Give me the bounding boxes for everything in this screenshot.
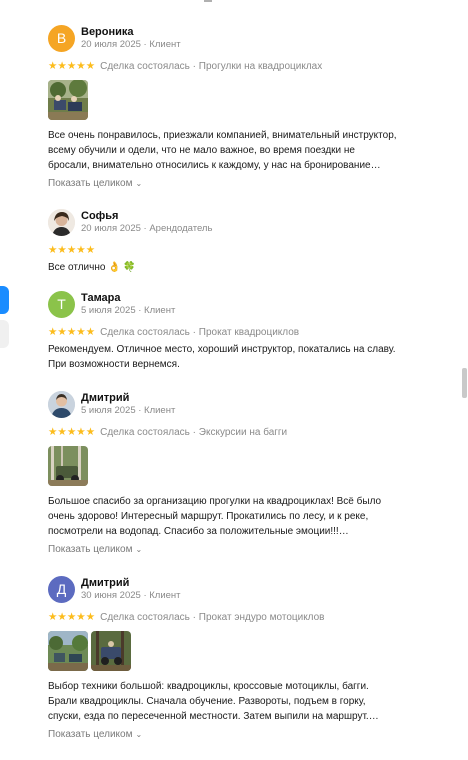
review-card: В Вероника 20 июля 2025 · Клиент ★ ★ ★ ★ ★ С… bbox=[48, 25, 418, 191]
show-more-label[interactable]: Показать целиком bbox=[48, 729, 132, 740]
star-icon: ★ bbox=[57, 326, 67, 338]
rating-row: ★ ★ ★ ★ ★ bbox=[48, 243, 418, 257]
review-meta: 5 июля 2025 · Клиент bbox=[81, 305, 176, 316]
star-icon: ★ bbox=[66, 326, 77, 338]
star-icon: ★ bbox=[85, 611, 96, 623]
scrollbar-thumb[interactable] bbox=[462, 368, 467, 398]
review-header: В Вероника 20 июля 2025 · Клиент bbox=[48, 25, 418, 57]
review-header: Д Дмитрий 30 июня 2025 · Клиент bbox=[48, 576, 418, 608]
star-icon: ★ bbox=[66, 426, 77, 438]
avatar[interactable] bbox=[48, 209, 75, 236]
star-icon: ★ bbox=[76, 611, 86, 623]
side-tab-active[interactable] bbox=[0, 286, 9, 314]
deal-info: Сделка состоялась · Прогулки на квадроци… bbox=[100, 60, 323, 72]
review-meta: 5 июля 2025 · Клиент bbox=[81, 405, 176, 416]
star-icon: ★ bbox=[76, 326, 86, 338]
star-icon: ★ bbox=[85, 326, 96, 338]
review-text: Выбор техники большой: квадроциклы, крос… bbox=[48, 681, 379, 722]
review-text: Рекомендуем. Отличное место, хороший инс… bbox=[48, 344, 396, 370]
deal-info: Сделка состоялась · Прокат квадроциклов bbox=[100, 326, 300, 338]
review-text: Все отлично 👌 🍀 bbox=[48, 262, 136, 273]
reviewer-name[interactable]: Дмитрий bbox=[81, 392, 129, 404]
side-tab[interactable] bbox=[0, 320, 9, 348]
rating-row: ★ ★ ★ ★ ★ Сделка состоялась · Экскурсии на б… bbox=[48, 425, 418, 439]
review-text: Большое спасибо за организацию прогулки … bbox=[48, 496, 382, 537]
review-photo[interactable] bbox=[48, 446, 88, 486]
deal-info: Сделка состоялась · Прокат эндуро мотоци… bbox=[100, 611, 325, 623]
star-icon: ★ bbox=[48, 244, 58, 256]
review-photos bbox=[48, 631, 418, 671]
chevron-down-icon: ⌄ bbox=[135, 545, 143, 554]
star-icon: ★ bbox=[85, 60, 96, 72]
avatar[interactable] bbox=[48, 391, 75, 418]
avatar[interactable]: В bbox=[48, 25, 75, 52]
rating-row: ★ ★ ★ ★ ★ Сделка состоялась · Прогулки на кв… bbox=[48, 59, 418, 73]
star-icon: ★ bbox=[48, 611, 58, 623]
show-more-label[interactable]: Показать целиком bbox=[48, 178, 132, 189]
star-icon: ★ bbox=[66, 60, 77, 72]
star-rating: ★ ★ ★ ★ ★ bbox=[48, 326, 96, 338]
rating-row: ★ ★ ★ ★ ★ Сделка состоялась · Прокат квадроц… bbox=[48, 325, 418, 339]
review-photos bbox=[48, 446, 418, 486]
top-divider bbox=[204, 0, 212, 2]
star-icon: ★ bbox=[76, 60, 86, 72]
review-card: Дмитрий 5 июля 2025 · Клиент ★ ★ ★ ★ ★ Сделк… bbox=[48, 391, 418, 557]
star-icon: ★ bbox=[57, 60, 67, 72]
review-card: Софья 20 июля 2025 · Арендодатель ★ ★ ★ ★ ★ … bbox=[48, 209, 418, 275]
chevron-down-icon: ⌄ bbox=[135, 730, 143, 739]
chevron-down-icon: ⌄ bbox=[135, 179, 143, 188]
deal-info: Сделка состоялась · Экскурсии на багги bbox=[100, 426, 288, 438]
review-photo[interactable] bbox=[48, 80, 88, 120]
review-photo[interactable] bbox=[91, 631, 131, 671]
review-text: Все очень понравилось, приезжали компани… bbox=[48, 130, 397, 171]
avatar[interactable]: Т bbox=[48, 291, 75, 318]
show-more-label[interactable]: Показать целиком bbox=[48, 544, 132, 555]
star-icon: ★ bbox=[57, 611, 67, 623]
star-icon: ★ bbox=[57, 426, 67, 438]
review-header: Т Тамара 5 июля 2025 · Клиент bbox=[48, 291, 418, 323]
show-more-link[interactable]: Показать целиком ⌄ bbox=[48, 544, 142, 555]
star-rating: ★ ★ ★ ★ ★ bbox=[48, 60, 96, 72]
review-meta: 20 июля 2025 · Клиент bbox=[81, 39, 181, 50]
star-icon: ★ bbox=[85, 426, 96, 438]
review-photos bbox=[48, 80, 418, 120]
star-icon: ★ bbox=[76, 426, 86, 438]
star-rating: ★ ★ ★ ★ ★ bbox=[48, 426, 96, 438]
review-card: Д Дмитрий 30 июня 2025 · Клиент ★ ★ ★ ★ ★ Сд… bbox=[48, 576, 418, 742]
star-icon: ★ bbox=[66, 611, 77, 623]
review-meta: 30 июня 2025 · Клиент bbox=[81, 590, 181, 601]
star-icon: ★ bbox=[57, 244, 67, 256]
review-header: Дмитрий 5 июля 2025 · Клиент bbox=[48, 391, 418, 423]
star-rating: ★ ★ ★ ★ ★ bbox=[48, 611, 96, 623]
reviewer-name[interactable]: Вероника bbox=[81, 26, 134, 38]
review-meta: 20 июля 2025 · Арендодатель bbox=[81, 223, 213, 234]
rating-row: ★ ★ ★ ★ ★ Сделка состоялась · Прокат эндуро … bbox=[48, 610, 418, 624]
star-icon: ★ bbox=[48, 426, 58, 438]
reviewer-name[interactable]: Софья bbox=[81, 210, 118, 222]
show-more-link[interactable]: Показать целиком ⌄ bbox=[48, 729, 142, 740]
star-rating: ★ ★ ★ ★ ★ bbox=[48, 244, 96, 256]
star-icon: ★ bbox=[66, 244, 77, 256]
star-icon: ★ bbox=[48, 326, 58, 338]
show-more-link[interactable]: Показать целиком ⌄ bbox=[48, 178, 142, 189]
reviewer-name[interactable]: Тамара bbox=[81, 292, 121, 304]
star-icon: ★ bbox=[76, 244, 86, 256]
review-card: Т Тамара 5 июля 2025 · Клиент ★ ★ ★ ★ ★ Сдел… bbox=[48, 291, 418, 372]
review-header: Софья 20 июля 2025 · Арендодатель bbox=[48, 209, 418, 241]
star-icon: ★ bbox=[48, 60, 58, 72]
review-photo[interactable] bbox=[48, 631, 88, 671]
avatar[interactable]: Д bbox=[48, 576, 75, 603]
star-icon: ★ bbox=[85, 244, 96, 256]
reviewer-name[interactable]: Дмитрий bbox=[81, 577, 129, 589]
